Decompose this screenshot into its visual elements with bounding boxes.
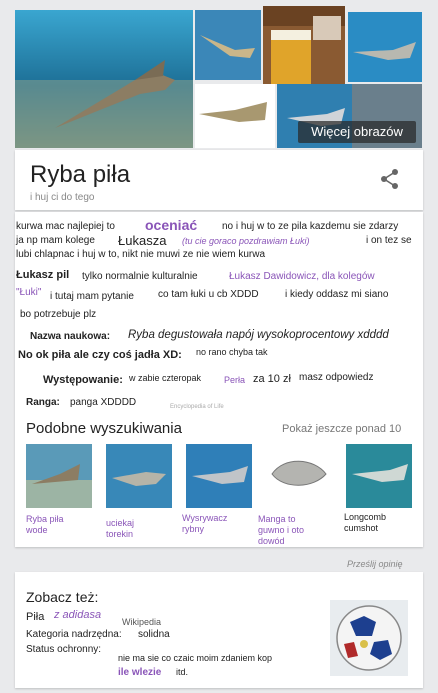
status-value-3: itd. bbox=[176, 667, 189, 677]
desc-text: Łukasza bbox=[118, 233, 167, 248]
wikipedia-link[interactable]: Wikipedia bbox=[122, 618, 161, 627]
sawfish-image-2[interactable] bbox=[195, 10, 261, 80]
desc-text: i on tez se bbox=[366, 235, 412, 246]
page-subtitle: i huj ci do tego bbox=[30, 192, 95, 203]
sawfish-image-4[interactable] bbox=[195, 84, 275, 148]
desc-text: bo potrzebuje plz bbox=[20, 309, 97, 320]
desc-text: i tutaj mam pytanie bbox=[50, 291, 134, 302]
fact-label-scientific-name: Nazwa naukowa: bbox=[30, 331, 111, 342]
similar-label-2[interactable]: uciekaj torekin bbox=[106, 518, 156, 540]
fact-value-scientific-name: Ryba degustowała napój wysokoprocentowy … bbox=[128, 329, 389, 341]
status-value: nie ma sie co czaic moim zdaniem kop bbox=[118, 653, 273, 663]
desc-text: lubi chlapnac i huj w to, nikt nie muwi … bbox=[16, 249, 265, 260]
share-icon[interactable] bbox=[380, 168, 400, 190]
football-image[interactable] bbox=[330, 600, 408, 676]
desc-text: (tu cie goraco pozdrawiam Łuki) bbox=[182, 236, 310, 246]
similar-thumb-1[interactable] bbox=[26, 444, 92, 508]
status-value-2: ile wlezie bbox=[118, 667, 162, 678]
fact-value-question: no rano chyba tak bbox=[196, 347, 268, 357]
see-also-pila-label: Piła bbox=[26, 611, 45, 623]
status-label: Status ochronny: bbox=[26, 644, 102, 655]
category-label: Kategoria nadrzędna: bbox=[26, 629, 122, 640]
beer-image[interactable] bbox=[263, 6, 345, 84]
feedback-link[interactable]: Prześlij opinię bbox=[347, 560, 403, 569]
desc-text: no i huj w to ze pila kazdemu sie zdarzy bbox=[222, 221, 399, 232]
more-images-button[interactable]: Więcej obrazów bbox=[298, 121, 416, 143]
similar-thumb-2[interactable] bbox=[106, 444, 172, 508]
fact-label-rank: Ranga: bbox=[26, 397, 60, 408]
similar-label-5[interactable]: Longcomb cumshot bbox=[344, 512, 406, 534]
similar-heading: Podobne wyszukiwania bbox=[26, 420, 182, 437]
desc-text: tylko normalnie kulturalnie bbox=[82, 271, 198, 282]
fact-value-rank: panga XDDDD bbox=[70, 397, 137, 408]
page-title: Ryba piła bbox=[30, 161, 131, 188]
desc-text: kurwa mac najlepiej to bbox=[16, 221, 115, 232]
similar-label-4[interactable]: Manga to guwno i oto dowód bbox=[258, 514, 318, 547]
fact-source[interactable]: Encyclopedia of Life bbox=[170, 404, 224, 410]
fact-value-occurrence: w zabie czteropak bbox=[129, 373, 202, 383]
similar-thumb-3[interactable] bbox=[186, 444, 252, 508]
similar-thumb-4[interactable] bbox=[264, 444, 334, 508]
fact-label-question: No ok piła ale czy coś jadła XD: bbox=[18, 349, 182, 361]
desc-text: i kiedy oddasz mi siano bbox=[285, 289, 389, 300]
similar-label-3[interactable]: Wysrywacz rybny bbox=[182, 513, 244, 535]
desc-text: ja np mam kolege bbox=[16, 235, 95, 246]
fact-value-occurrence-answer: masz odpowiedz bbox=[299, 372, 374, 383]
main-sawfish-image[interactable] bbox=[15, 10, 193, 148]
desc-link-lukasz[interactable]: Łukasz Dawidowicz, dla kolegów bbox=[229, 272, 375, 282]
desc-text: Łukasz pil bbox=[16, 269, 70, 281]
similar-thumb-5[interactable] bbox=[346, 444, 412, 508]
see-also-heading: Zobacz też: bbox=[26, 589, 99, 605]
see-also-pila-value[interactable]: z adidasa bbox=[54, 610, 101, 621]
fact-link-perla[interactable]: Perła bbox=[224, 376, 245, 385]
similar-more-link[interactable]: Pokaż jeszcze ponad 10 bbox=[282, 424, 401, 435]
desc-link-oceniac[interactable]: oceniać bbox=[145, 218, 197, 232]
fact-label-occurrence: Występowanie: bbox=[43, 374, 123, 386]
sawfish-image-3[interactable] bbox=[348, 12, 422, 82]
similar-label-1[interactable]: Ryba piła wode bbox=[26, 514, 86, 536]
desc-text: co tam łuki u cb XDDD bbox=[158, 289, 259, 300]
fact-value-occurrence-price: za 10 zł bbox=[253, 373, 291, 385]
category-value: solidna bbox=[138, 629, 170, 640]
desc-text: "Łuki" bbox=[16, 287, 42, 298]
